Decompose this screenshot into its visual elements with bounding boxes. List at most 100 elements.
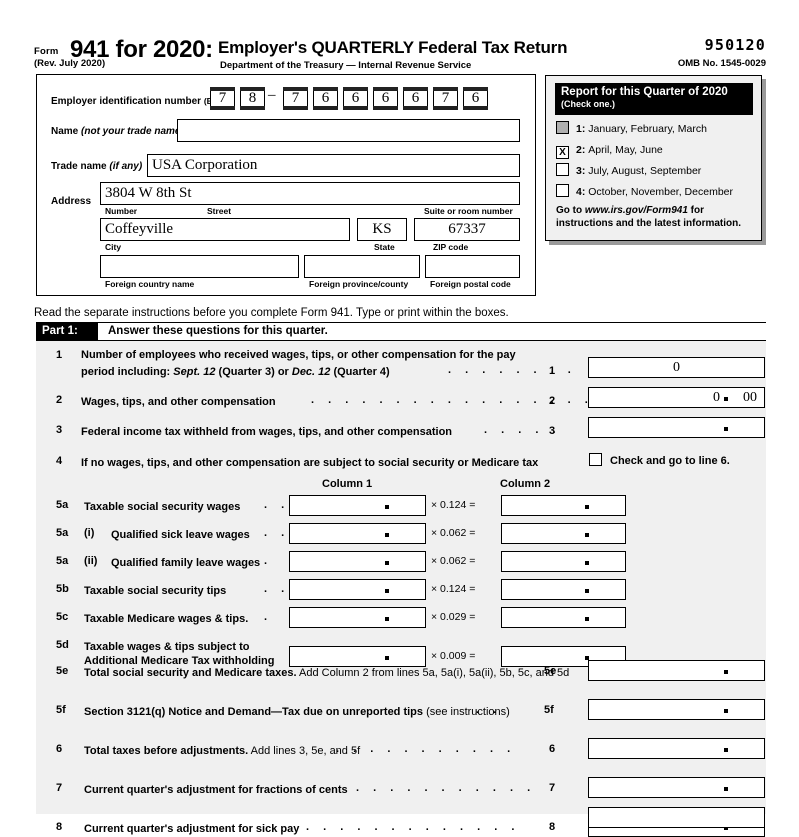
- line-6-right-label: 6: [549, 743, 556, 755]
- quarter-checkbox-3[interactable]: [556, 163, 569, 176]
- row-5c-column2-input[interactable]: [501, 607, 626, 628]
- row-5b-col1-dot: [385, 589, 389, 593]
- city-input[interactable]: Coffeyville: [100, 218, 350, 241]
- quarter-select-box: Report for this Quarter of 2020 (Check o…: [545, 75, 762, 241]
- line-4-text: If no wages, tips, and other compensatio…: [81, 457, 539, 469]
- row-5d-col1-dot: [385, 656, 389, 660]
- ein-digit-5[interactable]: 6: [342, 86, 368, 111]
- trade-name-input[interactable]: USA Corporation: [147, 154, 520, 177]
- row-5a(i)-column1-input[interactable]: [289, 523, 426, 544]
- ein-digit-3[interactable]: 7: [282, 86, 308, 111]
- state-input[interactable]: KS: [357, 218, 407, 241]
- row-5a(ii)-column1-input[interactable]: [289, 551, 426, 572]
- ein-digit-4[interactable]: 6: [312, 86, 338, 111]
- state-sublabel: State: [374, 242, 395, 252]
- line-5e-amount-input[interactable]: [588, 660, 765, 681]
- foreign-country-input[interactable]: [100, 255, 299, 278]
- quarter-months-3: July, August, September: [588, 165, 702, 177]
- row-5a(ii)-col1-dot: [385, 561, 389, 565]
- row-5a(ii)-column2-input[interactable]: [501, 551, 626, 572]
- line-4-checkbox[interactable]: [589, 453, 602, 466]
- quarter-months-1: January, February, March: [588, 123, 707, 135]
- line-5e-number: 5e: [56, 665, 69, 677]
- quarter-months-2: April, May, June: [588, 144, 663, 156]
- row-5b-label: Taxable social security tips: [84, 585, 227, 597]
- line-7-decimal-dot: [724, 787, 728, 791]
- line-2-text: Wages, tips, and other compensation: [81, 396, 276, 408]
- zip-sublabel: ZIP code: [433, 242, 469, 252]
- foreign-postal-input[interactable]: [425, 255, 520, 278]
- line-6-amount-input[interactable]: [588, 738, 765, 759]
- line-7-amount-input[interactable]: [588, 777, 765, 798]
- row-5a-column2-input[interactable]: [501, 495, 626, 516]
- row-5a-number: 5a: [56, 499, 69, 511]
- row-5b-column1-input[interactable]: [289, 579, 426, 600]
- ein-digit-1[interactable]: 7: [209, 86, 235, 111]
- line-2-right-label: 2: [549, 395, 556, 407]
- line-7-number: 7: [56, 782, 63, 794]
- line-1-number: 1: [56, 349, 63, 361]
- form-header: Form (Rev. July 2020) 941 for 2020: Empl…: [34, 36, 766, 72]
- line-3-decimal-dot: [724, 427, 728, 431]
- quarter-box-subtitle: (Check one.): [561, 99, 616, 109]
- quarter-option-1[interactable]: 1: January, February, March: [556, 121, 707, 137]
- line-2-amount-input[interactable]: 0 00: [588, 387, 765, 408]
- form-941-page: Form (Rev. July 2020) 941 for 2020: Empl…: [0, 0, 799, 837]
- quarter-option-3[interactable]: 3: July, August, September: [556, 163, 701, 179]
- line-3-text: Federal income tax withheld from wages, …: [81, 426, 453, 438]
- line-3-amount-input[interactable]: [588, 417, 765, 438]
- row-5d-column1-input[interactable]: [289, 646, 426, 667]
- row-5a(ii)-multiplier: × 0.062 =: [431, 555, 476, 567]
- row-5c-number: 5c: [56, 611, 69, 623]
- quarter-checkbox-1[interactable]: [556, 121, 569, 134]
- row-5c-column1-input[interactable]: [289, 607, 426, 628]
- line-5e-label-regular: Add Column 2 from lines 5a, 5a(i), 5a(ii…: [296, 667, 570, 679]
- row-5a-column1-input[interactable]: [289, 495, 426, 516]
- quarter-checkbox-4[interactable]: [556, 184, 569, 197]
- line-1-amount-input[interactable]: 0: [588, 357, 765, 378]
- quarter-goto-text: Go to www.irs.gov/Form941 for instructio…: [556, 205, 742, 229]
- row-5a(i)-column2-input[interactable]: [501, 523, 626, 544]
- line-9-amount-input[interactable]: [588, 807, 765, 828]
- ein-digit-8[interactable]: 7: [432, 86, 458, 111]
- row-5a(ii)-number: 5a: [56, 555, 69, 567]
- name-input[interactable]: [177, 119, 520, 142]
- address-suite-sublabel: Suite or room number: [424, 206, 513, 216]
- ein-digit-7[interactable]: 6: [402, 86, 428, 111]
- row-5b-col2-dot: [585, 589, 589, 593]
- quarter-option-2[interactable]: X 2: April, May, June: [556, 142, 663, 159]
- row-5a(ii)-subnumber: (ii): [84, 555, 98, 567]
- city-sublabel: City: [105, 242, 122, 252]
- address-label: Address: [51, 196, 92, 207]
- address-number-sublabel: Number: [105, 206, 138, 216]
- row-5c-leader-dots: .: [264, 611, 273, 623]
- ein-digit-6[interactable]: 6: [372, 86, 398, 111]
- ein-digit-9[interactable]: 6: [462, 86, 488, 111]
- row-5a(i)-col1-dot: [385, 533, 389, 537]
- line-3-number: 3: [56, 424, 63, 436]
- irs-url[interactable]: www.irs.gov/Form941: [585, 205, 688, 216]
- line-5f-right-label: 5f: [544, 704, 554, 716]
- row-5a-leader-dots: . .: [264, 499, 290, 511]
- foreign-province-sublabel: Foreign province/county: [309, 279, 409, 289]
- quarter-option-4[interactable]: 4: October, November, December: [556, 184, 733, 200]
- row-5a-col2-dot: [585, 505, 589, 509]
- line-1-value: 0: [673, 360, 680, 375]
- line-2-decimal-dot: [724, 397, 728, 401]
- quarter-box-title: Report for this Quarter of 2020: [561, 86, 728, 98]
- omb-number: OMB No. 1545-0029: [677, 58, 766, 69]
- address-street-input[interactable]: 3804 W 8th St: [100, 182, 520, 205]
- line-4-number: 4: [56, 455, 63, 467]
- quarter-checkbox-2[interactable]: X: [556, 146, 569, 159]
- ein-digit-2[interactable]: 8: [239, 86, 265, 111]
- quarter-number-4: 4:: [576, 186, 589, 198]
- line-8-right-label: 8: [549, 821, 556, 833]
- zip-input[interactable]: 67337: [414, 218, 520, 241]
- foreign-country-sublabel: Foreign country name: [105, 279, 195, 289]
- column-1-header: Column 1: [322, 478, 373, 490]
- foreign-province-input[interactable]: [304, 255, 420, 278]
- line-8-number: 8: [56, 821, 63, 833]
- row-5b-column2-input[interactable]: [501, 579, 626, 600]
- line-7-label-bold: Current quarter's adjustment for fractio…: [84, 784, 348, 796]
- line-5f-amount-input[interactable]: [588, 699, 765, 720]
